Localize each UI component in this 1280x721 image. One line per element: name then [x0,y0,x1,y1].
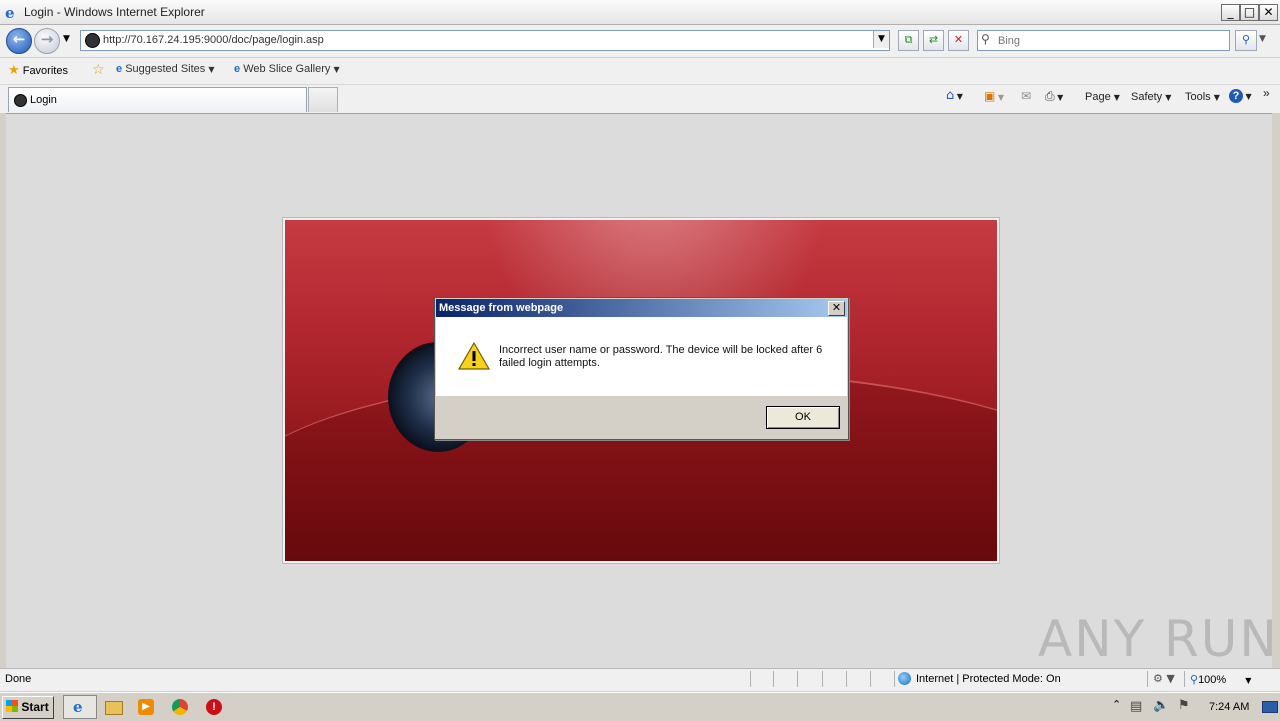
tab-label: Login [30,94,57,106]
page-menu-label: Page [1085,91,1111,103]
anyrun-watermark: ANY RUN [1038,610,1279,668]
clock[interactable]: 7:24 AM [1209,701,1249,713]
magnifier-icon: ⚲ [1241,33,1251,46]
ie-page-icon: e [116,63,123,75]
add-favorite-icon[interactable]: ☆ [92,62,105,78]
protected-mode-icon[interactable]: ⚙ ▼ [1153,672,1175,685]
ie-page-icon: e [234,63,241,75]
chevron-down-icon: ▼ [1113,93,1120,102]
help-button[interactable]: ? ▼ [1229,89,1252,103]
search-go-button[interactable]: ⚲ [1235,30,1257,51]
taskbar-ie-button[interactable]: e [63,695,97,719]
back-button[interactable]: ← [6,28,32,54]
tools-menu[interactable]: Tools ▼ [1185,91,1220,103]
search-input[interactable] [996,32,1225,50]
search-icon: ⚲ [981,32,990,46]
help-icon: ? [1229,89,1243,103]
history-dropdown-icon[interactable]: ▼ [63,34,70,44]
start-label: Start [21,700,49,714]
dialog-body: Incorrect user name or password. The dev… [436,317,847,396]
suggested-sites-link[interactable]: e Suggested Sites ▼ [116,63,215,75]
star-icon: ★ [8,63,20,78]
minimize-button[interactable]: _ [1221,4,1240,21]
feeds-button[interactable]: ▣ ▼ [984,89,1004,103]
safety-menu[interactable]: Safety ▼ [1131,91,1171,103]
compatibility-icon: ⧉ [904,33,913,46]
forward-arrow-icon: → [40,30,54,48]
dialog-message: Incorrect user name or password. The dev… [499,344,823,369]
chrome-icon[interactable] [172,699,188,715]
safety-menu-label: Safety [1131,91,1163,103]
status-text: Done [5,673,32,685]
close-icon: ✕ [831,301,842,314]
address-url: http://70.167.24.195:9000/doc/page/login… [103,34,324,46]
site-icon [14,94,27,107]
print-button[interactable]: ⎙ ▼ [1045,89,1063,104]
status-bar: Done Internet | Protected Mode: On ⚙ ▼ ⚲… [0,668,1280,691]
stop-button[interactable]: ✕ [948,30,969,51]
search-box[interactable]: ⚲ [977,30,1230,51]
home-button[interactable]: ⌂ ▼ [946,88,963,103]
zoom-icon: ⚲ [1190,673,1199,686]
media-player-icon[interactable]: ▶ [138,699,154,715]
close-window-button[interactable]: ✕ [1259,4,1278,21]
chevron-down-icon: ▼ [333,65,340,74]
suggested-sites-label: Suggested Sites [125,63,206,75]
chevron-down-icon: ▼ [1213,93,1220,102]
tools-menu-label: Tools [1185,91,1211,103]
tab-row: Login ⌂ ▼ ▣ ▼ ✉ ⎙ ▼ Page ▼ Safety ▼ Tool… [0,85,1280,113]
address-dropdown-icon[interactable]: ▼ [873,31,889,48]
zoom-control[interactable]: ⚲100% ▼ [1190,673,1251,686]
maximize-button[interactable]: □ [1240,4,1259,21]
favorites-button[interactable]: ★ Favorites [8,63,68,78]
chevron-down-icon: ▼ [1165,93,1172,102]
window-title: Login - Windows Internet Explorer [24,5,205,19]
dialog-close-button[interactable]: ✕ [828,301,845,316]
read-mail-button[interactable]: ✉ [1021,89,1031,103]
refresh-icon: ⇄ [928,33,939,46]
start-button[interactable]: Start [2,696,54,719]
new-tab-button[interactable] [308,87,338,112]
explorer-folder-icon[interactable] [105,701,123,715]
dialog-title: Message from webpage [439,302,564,314]
volume-icon[interactable]: 🔈 [1153,698,1169,713]
address-bar[interactable]: http://70.167.24.195:9000/doc/page/login… [80,30,890,51]
tab-login[interactable]: Login [8,87,307,112]
site-icon [85,33,100,48]
search-options-icon[interactable]: ▼ [1259,34,1266,44]
zoom-level: 100% [1198,674,1227,686]
favorites-label: Favorites [22,65,68,77]
opera-icon[interactable]: ! [206,699,222,715]
ie-icon: e [73,698,83,716]
compatibility-view-button[interactable]: ⧉ [898,30,919,51]
security-zone[interactable]: Internet | Protected Mode: On [916,673,1061,685]
show-desktop-icon[interactable] [1262,701,1278,713]
forward-button[interactable]: → [34,28,60,54]
network-icon[interactable]: ▤ [1130,699,1142,714]
chevron-down-icon: ▼ [208,65,215,74]
page-menu[interactable]: Page ▼ [1085,91,1120,103]
web-slice-gallery-link[interactable]: e Web Slice Gallery ▼ [234,63,340,75]
warning-icon [458,342,490,370]
chevron-more-icon[interactable]: » [1263,86,1270,100]
ie-logo-icon: e [5,4,15,22]
globe-icon [898,672,911,685]
windows-logo-icon [6,700,18,712]
refresh-button[interactable]: ⇄ [923,30,944,51]
taskbar: Start e ▶ ! ⌃ ▤ 🔈 ⚑ 7:24 AM [0,692,1280,721]
address-toolbar: ← → ▼ http://70.167.24.195:9000/doc/page… [0,25,1280,57]
back-arrow-icon: ← [12,30,26,48]
web-slice-gallery-label: Web Slice Gallery [243,63,331,75]
action-center-flag-icon[interactable]: ⚑ [1178,698,1190,713]
alert-dialog: Message from webpage ✕ Incorrect user na… [434,297,849,440]
ok-button[interactable]: OK [766,406,840,429]
favorites-bar: ★ Favorites ☆ e Suggested Sites ▼ e Web … [0,58,1280,85]
stop-icon: ✕ [953,33,964,46]
window-titlebar: e Login - Windows Internet Explorer _ □ … [0,0,1280,25]
dialog-titlebar: Message from webpage ✕ [436,299,847,317]
show-hidden-icons[interactable]: ⌃ [1112,698,1121,711]
